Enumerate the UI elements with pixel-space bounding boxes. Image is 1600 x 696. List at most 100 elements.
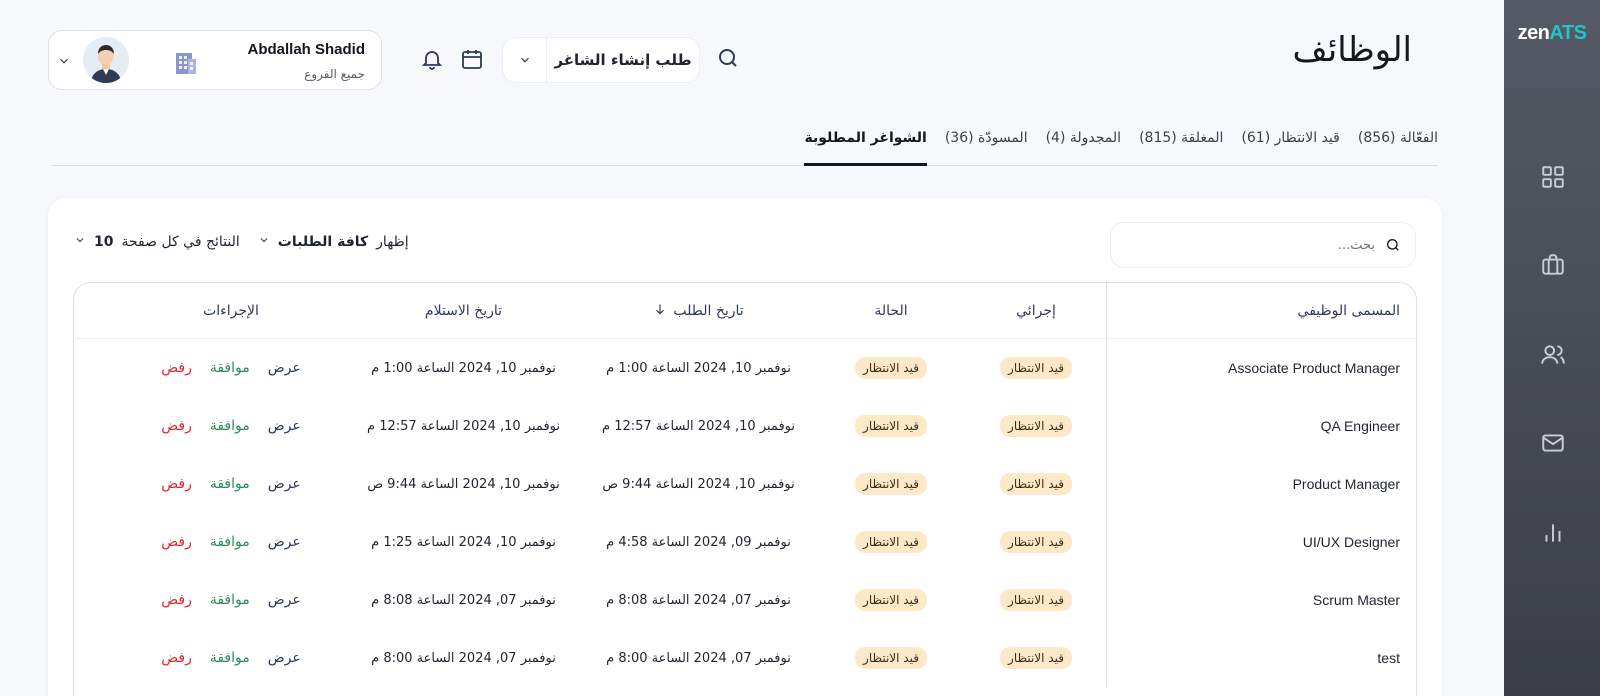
request-date-header-label: تاريخ الطلب <box>673 302 744 319</box>
user-branch: جميع الفروع <box>304 67 365 81</box>
status-cell: قيد الانتظار <box>816 513 966 571</box>
receive-date-cell: نوفمبر 10, 2024 الساعة 9:44 ص <box>367 476 560 492</box>
reject-button[interactable]: رفض <box>161 360 192 376</box>
status-cell: قيد الانتظار <box>816 629 966 687</box>
search-icon <box>1387 239 1399 251</box>
job-title-cell: test <box>1106 629 1416 687</box>
user-menu[interactable]: Abdallah Shadid جميع الفروع <box>48 30 382 90</box>
calendar-icon[interactable] <box>460 47 486 73</box>
zenats-logo[interactable]: zenATS <box>1504 22 1600 45</box>
table-header-row: المسمى الوظيفي إجرائي الحالة تاريخ الطلب… <box>74 283 1416 339</box>
procedure-badge: قيد الانتظار <box>1000 531 1072 553</box>
avatar[interactable] <box>83 37 129 83</box>
status-badge: قيد الانتظار <box>855 589 927 611</box>
chevron-down-icon[interactable] <box>503 37 547 83</box>
request-date-cell: نوفمبر 10, 2024 الساعة 9:44 ص <box>602 476 795 492</box>
col-header-status: الحالة <box>874 302 908 319</box>
grid-icon[interactable] <box>1540 164 1566 190</box>
tab-pending[interactable]: قيد الانتظار (61) <box>1241 118 1339 166</box>
procedure-cell: قيد الانتظار <box>966 397 1106 455</box>
reject-button[interactable]: رفض <box>161 650 192 666</box>
procedure-cell: قيد الانتظار <box>966 571 1106 629</box>
status-cell: قيد الانتظار <box>816 571 966 629</box>
procedure-cell: قيد الانتظار <box>966 629 1106 687</box>
procedure-cell: قيد الانتظار <box>966 339 1106 397</box>
users-icon[interactable] <box>1540 342 1566 368</box>
approve-button[interactable]: موافقة <box>210 534 250 550</box>
procedure-badge: قيد الانتظار <box>1000 647 1072 669</box>
status-cell: قيد الانتظار <box>816 339 966 397</box>
actions-cell: عرض موافقة رفض <box>116 397 346 455</box>
show-filter-select[interactable]: كافة الطلبات <box>278 234 368 250</box>
page-title: الوظائف <box>1292 30 1412 70</box>
approve-button[interactable]: موافقة <box>210 650 250 666</box>
procedure-cell: قيد الانتظار <box>966 455 1106 513</box>
request-date-cell: نوفمبر 09, 2024 الساعة 4:58 م <box>606 534 791 550</box>
job-title-cell: QA Engineer <box>1106 397 1416 455</box>
chart-icon[interactable] <box>1540 520 1566 546</box>
procedure-badge: قيد الانتظار <box>1000 357 1072 379</box>
col-header-title: المسمى الوظيفي <box>1106 283 1416 338</box>
search-field[interactable] <box>1110 222 1416 268</box>
table-row: Scrum Master قيد الانتظار قيد الانتظار ن… <box>74 571 1416 629</box>
table-row: test قيد الانتظار قيد الانتظار نوفمبر 07… <box>74 629 1416 687</box>
per-page-select[interactable]: 10 <box>94 234 113 250</box>
job-title-cell: Product Manager <box>1106 455 1416 513</box>
procedure-cell: قيد الانتظار <box>966 513 1106 571</box>
view-button[interactable]: عرض <box>268 360 301 376</box>
table-body: Associate Product Manager قيد الانتظار ق… <box>74 339 1416 687</box>
bell-icon[interactable] <box>420 47 446 73</box>
receive-date-cell: نوفمبر 07, 2024 الساعة 8:08 م <box>371 592 556 608</box>
reject-button[interactable]: رفض <box>161 592 192 608</box>
table-row: UI/UX Designer قيد الانتظار قيد الانتظار… <box>74 513 1416 571</box>
chevron-down-icon[interactable] <box>57 53 71 67</box>
reject-button[interactable]: رفض <box>161 418 192 434</box>
view-button[interactable]: عرض <box>268 418 301 434</box>
receive-date-cell: نوفمبر 10, 2024 الساعة 1:25 م <box>371 534 556 550</box>
briefcase-icon[interactable] <box>1540 252 1566 278</box>
status-badge: قيد الانتظار <box>855 473 927 495</box>
view-button[interactable]: عرض <box>268 534 301 550</box>
logo-text: zen <box>1517 22 1550 44</box>
chevron-down-icon[interactable] <box>258 234 270 250</box>
request-date-cell: نوفمبر 07, 2024 الساعة 8:00 م <box>606 650 791 666</box>
per-page-label: النتائج في كل صفحة <box>121 234 240 250</box>
tab-scheduled[interactable]: المجدولة (4) <box>1046 118 1121 166</box>
procedure-badge: قيد الانتظار <box>1000 473 1072 495</box>
tab-active[interactable]: الفعّالة (856) <box>1358 118 1438 166</box>
create-vacancy-dropdown[interactable]: طلب إنشاء الشاغر <box>502 37 700 83</box>
receive-date-cell: نوفمبر 10, 2024 الساعة 1:00 م <box>371 360 556 376</box>
view-button[interactable]: عرض <box>268 650 301 666</box>
approve-button[interactable]: موافقة <box>210 360 250 376</box>
view-button[interactable]: عرض <box>268 592 301 608</box>
logo-accent-text: ATS <box>1549 22 1587 44</box>
reject-button[interactable]: رفض <box>161 476 192 492</box>
status-badge: قيد الانتظار <box>855 531 927 553</box>
tab-drafts[interactable]: المسودّة (36) <box>945 118 1028 166</box>
reject-button[interactable]: رفض <box>161 534 192 550</box>
procedure-badge: قيد الانتظار <box>1000 415 1072 437</box>
actions-cell: عرض موافقة رفض <box>116 629 346 687</box>
request-date-cell: نوفمبر 10, 2024 الساعة 1:00 م <box>606 360 791 376</box>
col-header-procedure: إجرائي <box>1016 302 1056 319</box>
procedure-badge: قيد الانتظار <box>1000 589 1072 611</box>
job-title-cell: UI/UX Designer <box>1106 513 1416 571</box>
create-vacancy-label[interactable]: طلب إنشاء الشاغر <box>547 51 699 69</box>
view-button[interactable]: عرض <box>268 476 301 492</box>
tab-requested-vacancies[interactable]: الشواغر المطلوبة <box>804 118 927 166</box>
table-row: QA Engineer قيد الانتظار قيد الانتظار نو… <box>74 397 1416 455</box>
mail-icon[interactable] <box>1540 430 1566 456</box>
job-status-tabs: الفعّالة (856) قيد الانتظار (61) المغلقة… <box>52 118 1438 166</box>
sidebar: zenATS <box>1504 0 1600 696</box>
approve-button[interactable]: موافقة <box>210 418 250 434</box>
tab-closed[interactable]: المغلقة (815) <box>1139 118 1223 166</box>
job-title-cell: Scrum Master <box>1106 571 1416 629</box>
approve-button[interactable]: موافقة <box>210 592 250 608</box>
approve-button[interactable]: موافقة <box>210 476 250 492</box>
actions-cell: عرض موافقة رفض <box>116 513 346 571</box>
chevron-down-icon[interactable] <box>74 234 86 250</box>
search-input[interactable] <box>1135 237 1375 253</box>
status-cell: قيد الانتظار <box>816 455 966 513</box>
search-icon[interactable] <box>716 46 742 72</box>
col-header-request-date[interactable]: تاريخ الطلب <box>581 283 816 338</box>
